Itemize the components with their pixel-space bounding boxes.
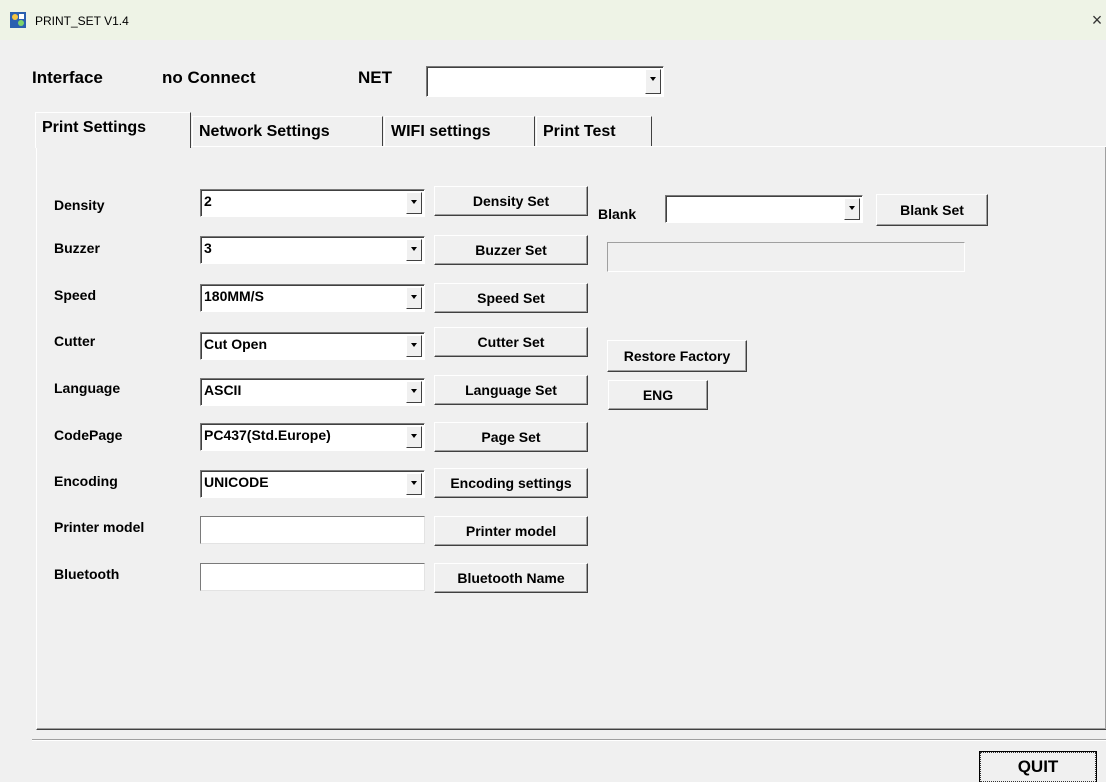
language-label: Language bbox=[54, 380, 121, 396]
chevron-down-icon[interactable] bbox=[844, 198, 860, 220]
buzzer-select[interactable]: 3 bbox=[200, 236, 425, 264]
language-value: ASCII bbox=[204, 382, 242, 398]
language-select[interactable]: ASCII bbox=[200, 378, 425, 406]
chevron-down-icon[interactable] bbox=[406, 473, 422, 495]
status-field bbox=[607, 242, 965, 272]
language-toggle-button[interactable]: ENG bbox=[608, 380, 708, 410]
restore-factory-button[interactable]: Restore Factory bbox=[607, 340, 747, 372]
bluetooth-name-input[interactable] bbox=[200, 563, 425, 591]
chevron-down-icon[interactable] bbox=[406, 192, 422, 214]
bluetooth-label: Bluetooth bbox=[54, 566, 120, 582]
net-select[interactable] bbox=[426, 66, 664, 97]
blank-select[interactable] bbox=[665, 195, 863, 223]
density-value: 2 bbox=[204, 193, 212, 209]
chevron-down-icon[interactable] bbox=[645, 69, 661, 94]
density-select[interactable]: 2 bbox=[200, 189, 425, 217]
speed-value: 180MM/S bbox=[204, 288, 264, 304]
close-icon[interactable]: × bbox=[1088, 8, 1106, 32]
title-bar: PRINT_SET V1.4 × bbox=[0, 0, 1106, 40]
codepage-select[interactable]: PC437(Std.Europe) bbox=[200, 423, 425, 451]
buzzer-value: 3 bbox=[204, 240, 212, 256]
encoding-value: UNICODE bbox=[204, 474, 269, 490]
cutter-set-button[interactable]: Cutter Set bbox=[434, 327, 588, 357]
cutter-value: Cut Open bbox=[204, 336, 267, 352]
tab-print-test[interactable]: Print Test bbox=[536, 116, 652, 146]
blank-set-button[interactable]: Blank Set bbox=[876, 194, 988, 226]
bluetooth-name-button[interactable]: Bluetooth Name bbox=[434, 563, 588, 593]
tab-wifi-settings[interactable]: WIFI settings bbox=[384, 116, 535, 146]
connection-status: no Connect bbox=[162, 68, 256, 87]
cutter-label: Cutter bbox=[54, 333, 96, 349]
encoding-select[interactable]: UNICODE bbox=[200, 470, 425, 498]
blank-label: Blank bbox=[598, 206, 637, 222]
buzzer-label: Buzzer bbox=[54, 240, 100, 256]
chevron-down-icon[interactable] bbox=[406, 426, 422, 448]
quit-button[interactable]: QUIT bbox=[979, 751, 1097, 782]
printer-model-input[interactable] bbox=[200, 516, 425, 544]
chevron-down-icon[interactable] bbox=[406, 239, 422, 261]
density-set-button[interactable]: Density Set bbox=[434, 186, 588, 216]
chevron-down-icon[interactable] bbox=[406, 381, 422, 403]
printer-model-button[interactable]: Printer model bbox=[434, 516, 588, 546]
app-icon bbox=[10, 12, 26, 28]
language-set-button[interactable]: Language Set bbox=[434, 375, 588, 405]
chevron-down-icon[interactable] bbox=[406, 287, 422, 309]
speed-set-button[interactable]: Speed Set bbox=[434, 283, 588, 313]
buzzer-set-button[interactable]: Buzzer Set bbox=[434, 235, 588, 265]
footer-separator bbox=[32, 739, 1106, 741]
tab-network-settings[interactable]: Network Settings bbox=[192, 116, 383, 146]
chevron-down-icon[interactable] bbox=[406, 335, 422, 357]
encoding-label: Encoding bbox=[54, 473, 118, 489]
encoding-settings-button[interactable]: Encoding settings bbox=[434, 468, 588, 498]
interface-label: Interface bbox=[32, 68, 103, 87]
printer-model-label: Printer model bbox=[54, 519, 145, 535]
page-set-button[interactable]: Page Set bbox=[434, 422, 588, 452]
cutter-select[interactable]: Cut Open bbox=[200, 332, 425, 360]
net-label: NET bbox=[358, 68, 392, 87]
window-title: PRINT_SET V1.4 bbox=[35, 14, 129, 28]
density-label: Density bbox=[54, 197, 105, 213]
tab-print-settings[interactable]: Print Settings bbox=[35, 112, 191, 148]
codepage-value: PC437(Std.Europe) bbox=[204, 427, 331, 443]
speed-label: Speed bbox=[54, 287, 97, 303]
speed-select[interactable]: 180MM/S bbox=[200, 284, 425, 312]
codepage-label: CodePage bbox=[54, 427, 123, 443]
